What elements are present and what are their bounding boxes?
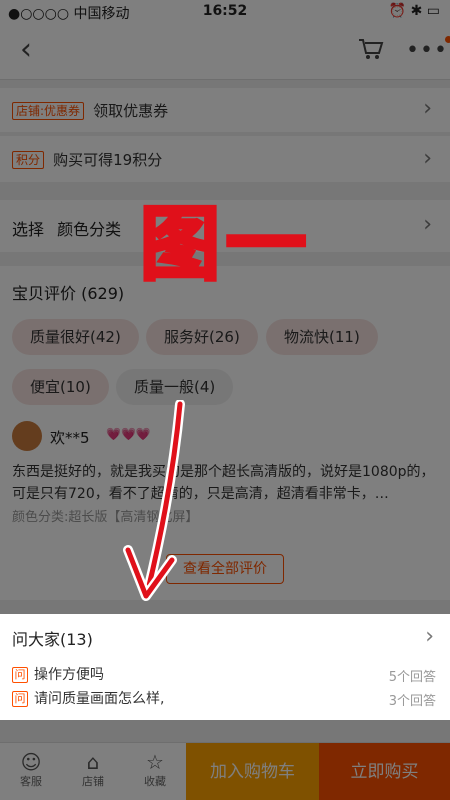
back-icon[interactable]: ‹ [20, 35, 32, 65]
review-chip-service-good[interactable]: 服务好(26) [146, 319, 258, 355]
favorite-button[interactable]: ☆ 收藏 [124, 743, 186, 800]
coupon-text: 领取优惠券 [93, 102, 169, 120]
points-row[interactable]: 积分 购买可得19积分 › [0, 136, 450, 182]
qa-answer-count: 5个回答 [388, 670, 436, 685]
ask-icon: 问 [12, 691, 28, 707]
reviews-title: 宝贝评价 (629) [12, 284, 125, 303]
qa-item[interactable]: 问操作方便吗 [12, 664, 104, 684]
service-label: 客服 [20, 775, 42, 788]
qa-answer-count: 3个回答 [388, 694, 436, 709]
annotation-arrow [123, 400, 185, 601]
qa-item[interactable]: 问请问质量画面怎么样, [12, 688, 164, 708]
select-label: 选择 [12, 220, 45, 239]
chevron-right-icon: › [423, 212, 432, 237]
chevron-right-icon: › [423, 96, 432, 121]
coupon-row[interactable]: 店铺:优惠券 领取优惠券 › [0, 88, 450, 132]
service-icon: ☺ [20, 750, 42, 774]
coupon-tag: 店铺:优惠券 [12, 101, 85, 120]
points-text: 购买可得19积分 [53, 151, 163, 169]
annotation-text: 图一 [138, 195, 312, 293]
star-icon: ☆ [146, 750, 164, 774]
review-chip-quality-good[interactable]: 质量很好(42) [12, 319, 139, 355]
qa-title: 问大家(13) [12, 630, 93, 649]
ask-everyone-section[interactable]: 问大家(13) › 问操作方便吗 5个回答 问请问质量画面怎么样, 3个回答 [0, 614, 450, 720]
more-dots: ••• [406, 38, 448, 63]
review-text: 东西是挺好的，就是我买的是那个超长高清版的，说好是1080p的，可是只有720，… [12, 464, 435, 502]
avatar [12, 421, 42, 451]
notification-dot [444, 36, 450, 43]
favorite-label: 收藏 [144, 775, 166, 788]
qa-question: 请问质量画面怎么样, [34, 691, 165, 707]
annotation-label: 图一 [138, 195, 320, 293]
review-chip-fast-shipping[interactable]: 物流快(11) [266, 319, 378, 355]
points-tag: 积分 [12, 150, 45, 169]
select-value: 颜色分类 [57, 220, 122, 239]
top-nav-bar: ‹ ••• [0, 22, 450, 80]
shop-button[interactable]: ⌂ 店铺 [62, 743, 124, 800]
cart-icon[interactable] [358, 37, 384, 61]
shop-icon: ⌂ [86, 750, 100, 774]
status-time: 16:52 [202, 3, 248, 19]
bottom-action-bar: ☺ 客服 ⌂ 店铺 ☆ 收藏 加入购物车 立即购买 [0, 742, 450, 800]
status-icons: ⏰ ✱ ▭ [388, 3, 440, 19]
status-bar: ●○○○○ 中国移动 16:52 ⏰ ✱ ▭ [0, 0, 450, 22]
customer-service-button[interactable]: ☺ 客服 [0, 743, 62, 800]
buy-now-button[interactable]: 立即购买 [319, 743, 450, 800]
shop-label: 店铺 [82, 775, 104, 788]
more-menu-icon[interactable]: ••• [406, 36, 450, 63]
chevron-right-icon: › [425, 624, 434, 649]
ask-icon: 问 [12, 667, 28, 683]
qa-question: 操作方便吗 [34, 667, 104, 683]
review-chip-cheap[interactable]: 便宜(10) [12, 369, 109, 405]
chevron-right-icon: › [423, 146, 432, 171]
reviewer-name: 欢**5 [50, 429, 90, 447]
add-to-cart-button[interactable]: 加入购物车 [186, 743, 319, 800]
